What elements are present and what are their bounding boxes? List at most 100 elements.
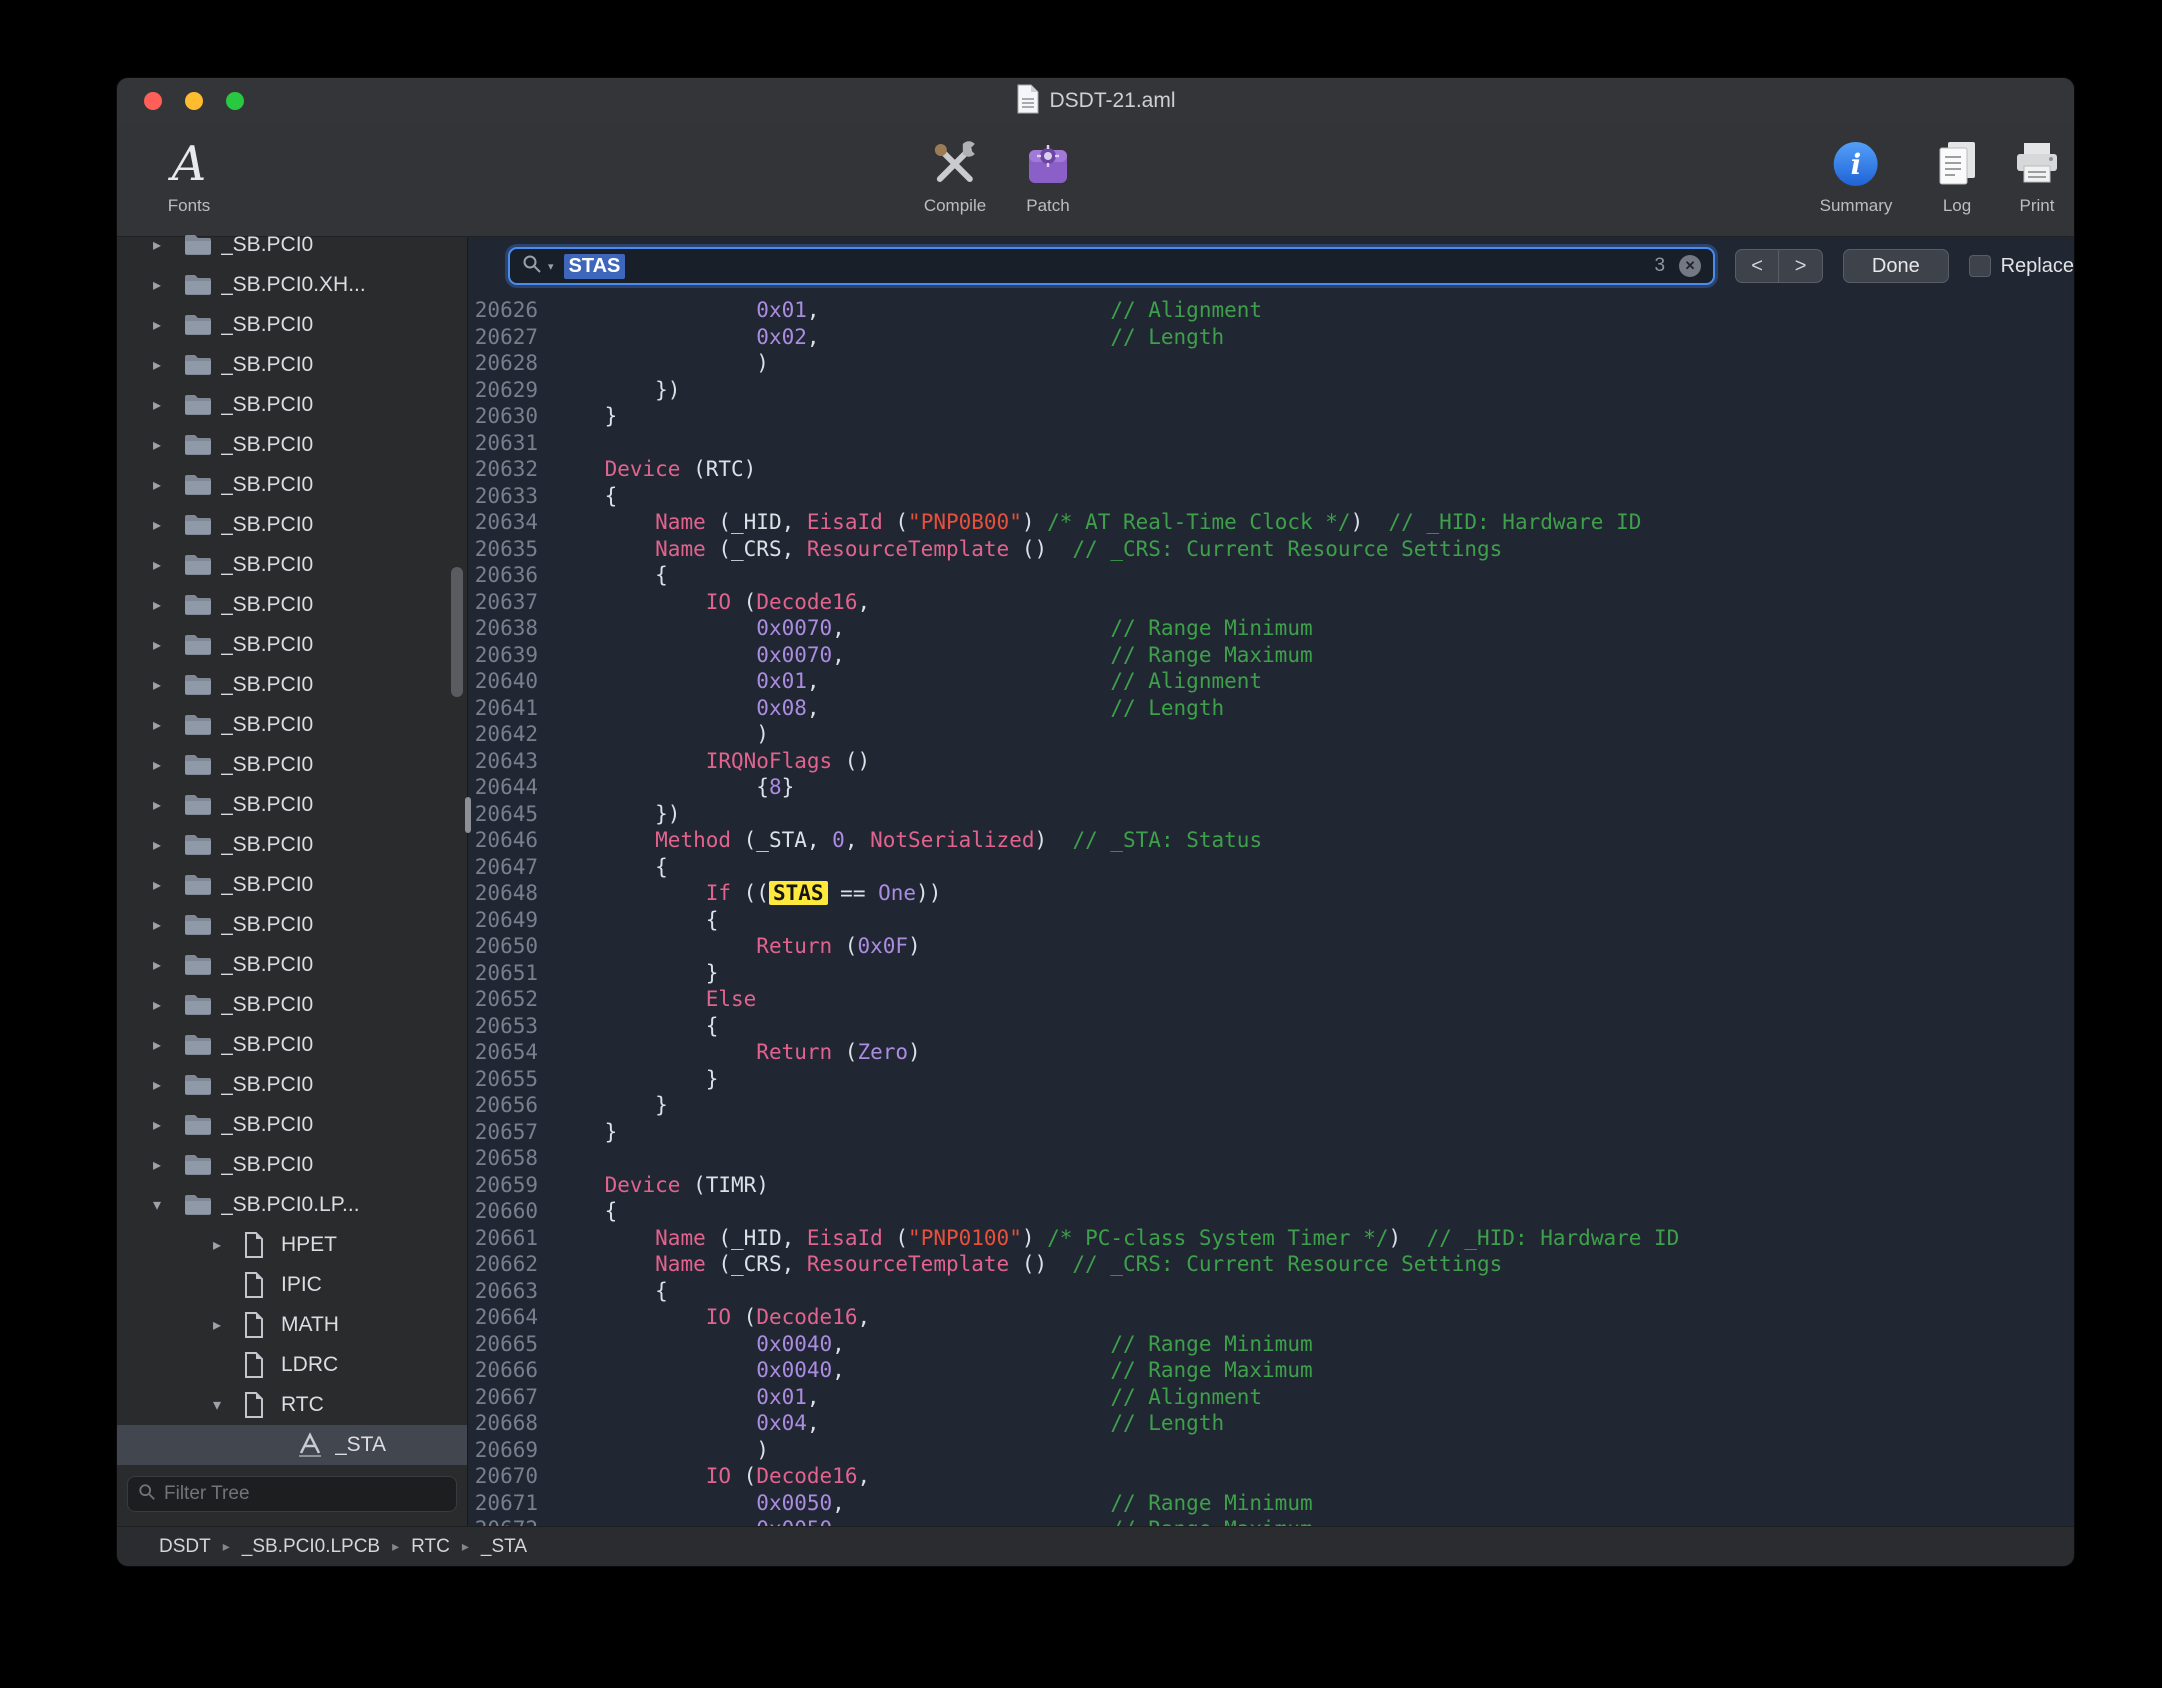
print-button[interactable]: Print (2011, 136, 2063, 216)
sidebar-item-sb-pci0[interactable]: ▸_SB.PCI0 (117, 585, 467, 625)
sidebar-item-sb-pci0[interactable]: ▸_SB.PCI0 (117, 505, 467, 545)
sidebar-item-sb-pci0[interactable]: ▸_SB.PCI0 (117, 945, 467, 985)
code-line: 20668 0x04, // Length (468, 1410, 2074, 1437)
sidebar-item-sb-pci0[interactable]: ▸_SB.PCI0 (117, 905, 467, 945)
folder-icon (183, 873, 221, 897)
disclosure-right-icon[interactable]: ▸ (153, 275, 183, 295)
breadcrumb-item[interactable]: DSDT (159, 1536, 211, 1558)
disclosure-right-icon[interactable]: ▸ (153, 1035, 183, 1055)
disclosure-right-icon[interactable]: ▸ (153, 315, 183, 335)
search-options-chevron-icon[interactable]: ▾ (548, 260, 554, 273)
sidebar-item-sb-pci0[interactable]: ▸_SB.PCI0 (117, 425, 467, 465)
sidebar-item-sb-pci0[interactable]: ▸_SB.PCI0 (117, 305, 467, 345)
disclosure-right-icon[interactable]: ▸ (153, 995, 183, 1015)
code-editor[interactable]: 20626 0x01, // Alignment20627 0x02, // L… (468, 295, 2074, 1526)
app-window: DSDT-21.aml A Fonts Compile (116, 77, 2075, 1567)
title-bar[interactable]: DSDT-21.aml (117, 78, 2074, 124)
disclosure-right-icon[interactable]: ▸ (213, 1235, 243, 1255)
disclosure-right-icon[interactable]: ▸ (153, 435, 183, 455)
sidebar-item-sb-pci0[interactable]: ▸_SB.PCI0 (117, 745, 467, 785)
sidebar-item-sb-pci0[interactable]: ▸_SB.PCI0 (117, 665, 467, 705)
sidebar-item-sb-pci0[interactable]: ▸_SB.PCI0 (117, 1025, 467, 1065)
sidebar-scrollbar[interactable] (451, 567, 463, 697)
sidebar-item-sb-pci0[interactable]: ▸_SB.PCI0 (117, 225, 467, 265)
splitter-handle[interactable] (465, 797, 471, 833)
disclosure-right-icon[interactable]: ▸ (153, 235, 183, 255)
sidebar-item-sb-pci0[interactable]: ▸_SB.PCI0 (117, 345, 467, 385)
sidebar-item-sb-pci0-lp[interactable]: ▾_SB.PCI0.LP... (117, 1185, 467, 1225)
disclosure-right-icon[interactable]: ▸ (153, 355, 183, 375)
disclosure-right-icon[interactable]: ▸ (153, 835, 183, 855)
breadcrumb: DSDT▸_SB.PCI0.LPCB▸RTC▸_STA (159, 1536, 527, 1558)
filter-tree-input[interactable] (164, 1483, 446, 1505)
disclosure-right-icon[interactable]: ▸ (213, 1315, 243, 1335)
sidebar-item-hpet[interactable]: ▸HPET (117, 1225, 467, 1265)
sidebar-item-sta[interactable]: _STA (117, 1425, 467, 1465)
sidebar-item-ipic[interactable]: IPIC (117, 1265, 467, 1305)
breadcrumb-item[interactable]: RTC (411, 1536, 450, 1558)
sidebar-item-sb-pci0[interactable]: ▸_SB.PCI0 (117, 1105, 467, 1145)
disclosure-right-icon[interactable]: ▸ (153, 875, 183, 895)
compile-button[interactable]: Compile (924, 136, 986, 216)
zoom-button[interactable] (226, 92, 244, 110)
minimize-button[interactable] (185, 92, 203, 110)
disclosure-right-icon[interactable]: ▸ (153, 475, 183, 495)
disclosure-right-icon[interactable]: ▸ (153, 1115, 183, 1135)
acpi-tree[interactable]: ▸_SB.PCI0▸_SB.PCI0.XH...▸_SB.PCI0▸_SB.PC… (117, 225, 467, 1470)
clear-search-icon[interactable]: ✕ (1679, 255, 1701, 277)
sidebar-item-sb-pci0[interactable]: ▸_SB.PCI0 (117, 985, 467, 1025)
folder-icon (183, 793, 221, 817)
breadcrumb-item[interactable]: _STA (481, 1536, 527, 1558)
fonts-button[interactable]: A Fonts (168, 136, 211, 216)
sidebar-item-sb-pci0[interactable]: ▸_SB.PCI0 (117, 465, 467, 505)
disclosure-right-icon[interactable]: ▸ (153, 1155, 183, 1175)
tree-item-label: _SB.PCI0 (221, 1073, 313, 1097)
sidebar-item-sb-pci0[interactable]: ▸_SB.PCI0 (117, 1145, 467, 1185)
patch-label: Patch (1026, 196, 1069, 216)
disclosure-right-icon[interactable]: ▸ (153, 755, 183, 775)
breadcrumb-separator-icon: ▸ (462, 1538, 469, 1555)
sidebar-item-sb-pci0[interactable]: ▸_SB.PCI0 (117, 825, 467, 865)
sidebar-item-ldrc[interactable]: LDRC (117, 1345, 467, 1385)
disclosure-right-icon[interactable]: ▸ (153, 955, 183, 975)
replace-checkbox[interactable] (1969, 255, 1991, 277)
previous-match-button[interactable]: < (1735, 249, 1779, 283)
disclosure-right-icon[interactable]: ▸ (153, 715, 183, 735)
disclosure-right-icon[interactable]: ▸ (153, 795, 183, 815)
breadcrumb-item[interactable]: _SB.PCI0.LPCB (242, 1536, 380, 1558)
folder-icon (183, 1113, 221, 1137)
sidebar-item-sb-pci0[interactable]: ▸_SB.PCI0 (117, 865, 467, 905)
sidebar-item-sb-pci0[interactable]: ▸_SB.PCI0 (117, 385, 467, 425)
close-button[interactable] (144, 92, 162, 110)
disclosure-down-icon[interactable]: ▾ (213, 1395, 243, 1415)
disclosure-right-icon[interactable]: ▸ (153, 595, 183, 615)
sidebar-item-sb-pci0[interactable]: ▸_SB.PCI0 (117, 625, 467, 665)
patch-button[interactable]: Patch (1025, 136, 1071, 216)
line-number: 20657 (468, 1119, 554, 1146)
next-match-button[interactable]: > (1779, 249, 1823, 283)
summary-button[interactable]: i Summary (1820, 136, 1893, 216)
sidebar-item-sb-pci0[interactable]: ▸_SB.PCI0 (117, 785, 467, 825)
sidebar-item-sb-pci0-xh[interactable]: ▸_SB.PCI0.XH... (117, 265, 467, 305)
find-search-field[interactable]: ▾ STAS 3 ✕ (508, 247, 1715, 285)
folder-icon (183, 513, 221, 537)
folder-icon (183, 1033, 221, 1057)
sidebar-item-sb-pci0[interactable]: ▸_SB.PCI0 (117, 705, 467, 745)
disclosure-right-icon[interactable]: ▸ (153, 915, 183, 935)
sidebar-item-math[interactable]: ▸MATH (117, 1305, 467, 1345)
disclosure-right-icon[interactable]: ▸ (153, 555, 183, 575)
sidebar-item-sb-pci0[interactable]: ▸_SB.PCI0 (117, 545, 467, 585)
done-button[interactable]: Done (1843, 249, 1949, 283)
disclosure-right-icon[interactable]: ▸ (153, 515, 183, 535)
info-icon: i (1834, 142, 1878, 186)
disclosure-right-icon[interactable]: ▸ (153, 635, 183, 655)
code-line-text: } (554, 960, 718, 987)
sidebar-item-rtc[interactable]: ▾RTC (117, 1385, 467, 1425)
disclosure-right-icon[interactable]: ▸ (153, 1075, 183, 1095)
filter-field[interactable] (127, 1476, 457, 1512)
sidebar-item-sb-pci0[interactable]: ▸ _SB.PCI0 (117, 1065, 467, 1105)
log-button[interactable]: Log (1931, 136, 1983, 216)
disclosure-right-icon[interactable]: ▸ (153, 675, 183, 695)
disclosure-right-icon[interactable]: ▸ (153, 395, 183, 415)
disclosure-down-icon[interactable]: ▾ (153, 1195, 183, 1215)
